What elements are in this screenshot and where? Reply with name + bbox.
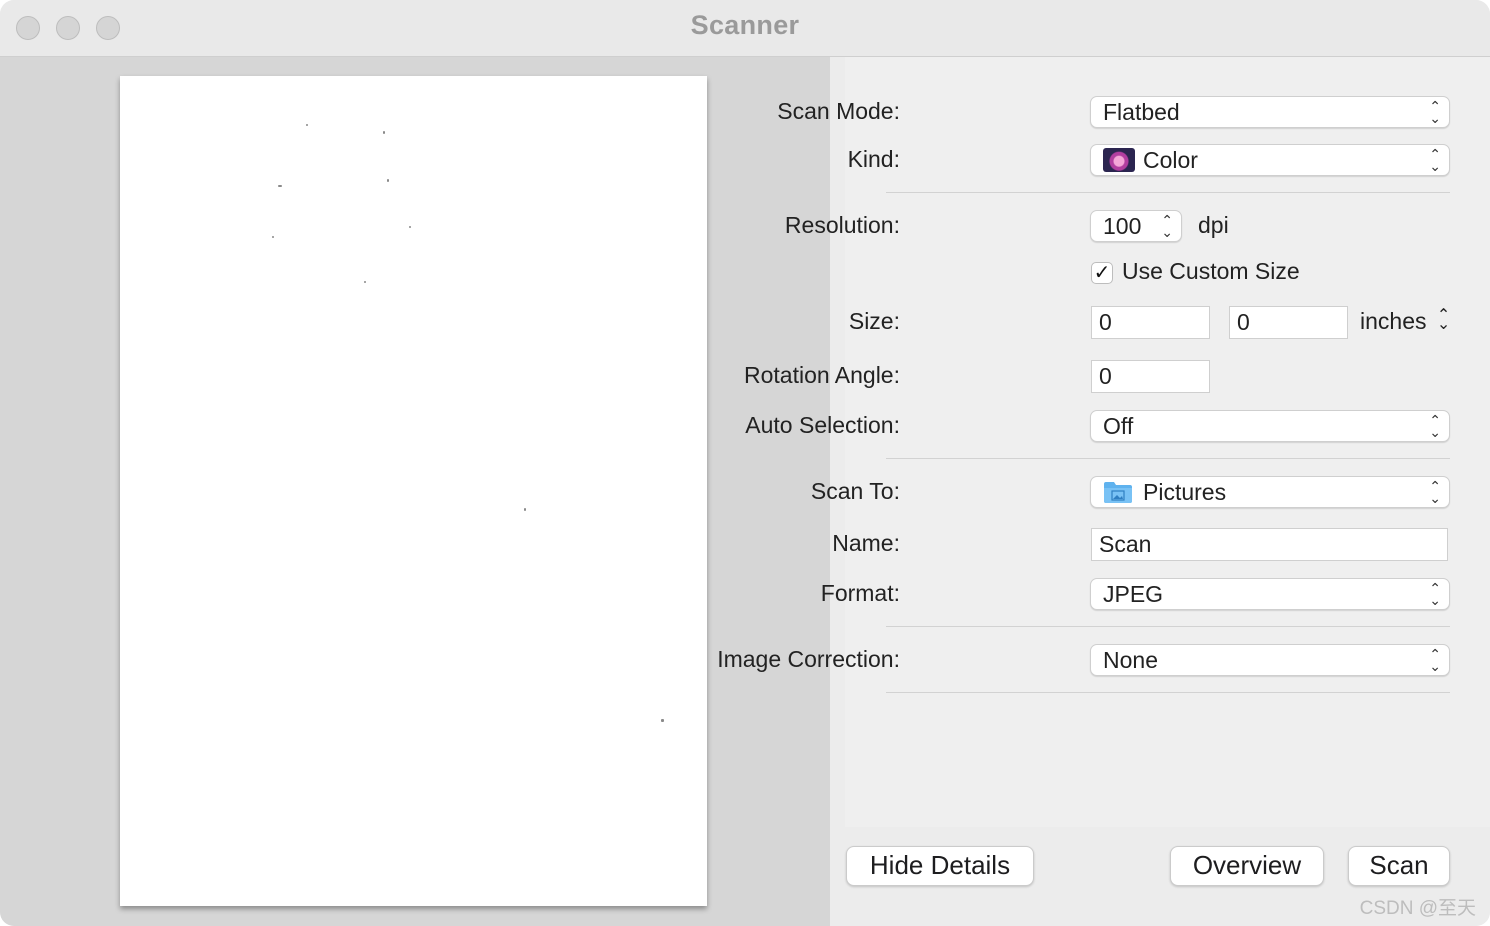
section-divider xyxy=(886,458,1450,459)
name-field[interactable]: Scan xyxy=(1091,528,1448,561)
resolution-stepper[interactable]: 100 ⌃ ⌄ xyxy=(1090,210,1182,242)
size-label: Size: xyxy=(848,308,900,334)
size-unit-select[interactable]: inches ⌃ ⌄ xyxy=(1360,306,1451,335)
scan-button[interactable]: Scan xyxy=(1348,846,1450,886)
scanned-page-preview[interactable] xyxy=(120,76,707,906)
section-divider xyxy=(886,626,1450,627)
section-divider xyxy=(886,192,1450,193)
chevron-up-down-icon: ⌃ ⌄ xyxy=(1429,646,1441,674)
size-height-field[interactable]: 0 xyxy=(1229,306,1348,339)
size-unit-value: inches xyxy=(1360,308,1427,334)
section-divider xyxy=(886,692,1450,693)
chevron-up-down-icon: ⌃ ⌄ xyxy=(1436,306,1451,333)
dust-speck xyxy=(383,131,385,134)
scan-to-select[interactable]: Pictures ⌃ ⌄ xyxy=(1090,476,1450,508)
rotation-angle-field[interactable]: 0 xyxy=(1091,360,1210,393)
scanner-window: Scanner Scan Mode: Flatbed ⌃ ⌄ Kind: Colo… xyxy=(0,0,1490,926)
chevron-up-down-icon: ⌃ ⌄ xyxy=(1429,98,1441,126)
window-title: Scanner xyxy=(690,10,800,40)
chevron-up-down-icon: ⌃ ⌄ xyxy=(1429,580,1441,608)
name-label: Name: xyxy=(832,530,900,556)
color-flower-icon xyxy=(1103,147,1135,172)
overview-button[interactable]: Overview xyxy=(1170,846,1324,886)
chevron-up-down-icon: ⌃ ⌄ xyxy=(1429,478,1441,506)
scan-mode-value: Flatbed xyxy=(1103,99,1180,125)
dust-speck xyxy=(661,719,664,722)
format-select[interactable]: JPEG ⌃ ⌄ xyxy=(1090,578,1450,610)
image-correction-value: None xyxy=(1103,647,1158,673)
kind-value: Color xyxy=(1143,147,1198,173)
scan-to-label: Scan To: xyxy=(810,478,900,504)
chevron-up-down-icon: ⌃ ⌄ xyxy=(1429,146,1441,174)
scan-preview-area[interactable] xyxy=(0,57,830,926)
format-value: JPEG xyxy=(1103,581,1164,607)
image-correction-label: Image Correction: xyxy=(717,646,900,672)
resolution-label: Resolution: xyxy=(784,212,900,238)
scan-mode-select[interactable]: Flatbed ⌃ ⌄ xyxy=(1090,96,1450,128)
hide-details-button[interactable]: Hide Details xyxy=(846,846,1034,886)
use-custom-size-label: Use Custom Size xyxy=(1122,258,1300,284)
chevron-up-down-icon: ⌃ ⌄ xyxy=(1161,212,1173,240)
dust-speck xyxy=(306,124,308,126)
auto-selection-label: Auto Selection: xyxy=(745,412,900,438)
auto-selection-select[interactable]: Off ⌃ ⌄ xyxy=(1090,410,1450,442)
dust-speck xyxy=(364,281,366,283)
watermark-text: CSDN @至天 xyxy=(1359,898,1476,919)
dust-speck xyxy=(524,508,526,511)
dust-speck xyxy=(278,185,282,187)
title-bar: Scanner xyxy=(0,0,1490,57)
format-label: Format: xyxy=(820,580,900,606)
kind-select[interactable]: Color ⌃ ⌄ xyxy=(1090,144,1450,176)
chevron-up-down-icon: ⌃ ⌄ xyxy=(1429,412,1441,440)
dust-speck xyxy=(272,236,274,238)
rotation-angle-label: Rotation Angle: xyxy=(743,362,900,388)
auto-selection-value: Off xyxy=(1103,413,1134,439)
kind-label: Kind: xyxy=(847,146,900,172)
use-custom-size-checkbox[interactable]: ✓ xyxy=(1091,262,1113,284)
image-correction-select[interactable]: None ⌃ ⌄ xyxy=(1090,644,1450,676)
resolution-value: 100 xyxy=(1103,213,1142,239)
scan-mode-label: Scan Mode: xyxy=(777,98,900,124)
dust-speck xyxy=(387,179,389,182)
dust-speck xyxy=(409,226,411,228)
scan-to-value: Pictures xyxy=(1143,479,1227,505)
size-width-field[interactable]: 0 xyxy=(1091,306,1210,339)
resolution-unit: dpi xyxy=(1198,212,1229,238)
pictures-folder-icon xyxy=(1104,481,1132,503)
